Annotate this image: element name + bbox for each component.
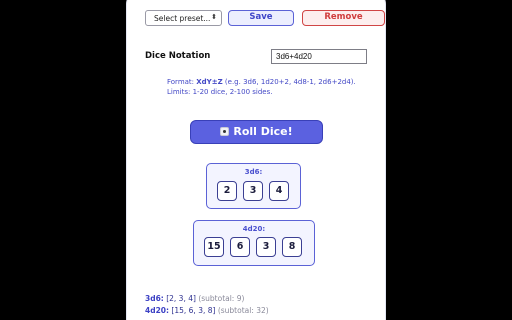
result-name: 4d20: xyxy=(145,306,170,315)
format-hint: Format: XdY±Z (e.g. 3d6, 1d20+2, 4d8-1, … xyxy=(167,77,377,97)
die-icon xyxy=(220,127,230,136)
dice-group-3d6: 3d6: 2 3 4 xyxy=(206,163,301,209)
save-button[interactable]: Save xyxy=(228,10,294,26)
result-subtotal: (subtotal: 9) xyxy=(198,294,245,303)
dice-notation-input[interactable] xyxy=(271,49,367,64)
format-prefix: Format: xyxy=(167,78,197,86)
chevron-down-icon: ⬍ xyxy=(211,13,217,21)
format-line: Format: XdY±Z (e.g. 3d6, 1d20+2, 4d8-1, … xyxy=(167,77,377,87)
result-values: [2, 3, 4] xyxy=(166,294,196,303)
die-result: 6 xyxy=(230,237,250,257)
format-code: XdY±Z xyxy=(196,78,223,86)
dice-group-4d20: 4d20: 15 6 3 8 xyxy=(193,220,315,266)
result-subtotal: (subtotal: 32) xyxy=(217,306,269,315)
preset-toolbar: Select preset... ⬍ Save Remove xyxy=(145,10,385,26)
limits-line: Limits: 1-20 dice, 2-100 sides. xyxy=(167,88,273,96)
die-result: 8 xyxy=(282,237,302,257)
preset-select[interactable]: Select preset... ⬍ xyxy=(145,10,222,26)
format-examples: (e.g. 3d6, 1d20+2, 4d8-1, 2d6+2d4). xyxy=(222,78,356,86)
die-result: 4 xyxy=(269,181,289,201)
roll-dice-label: Roll Dice! xyxy=(233,125,293,138)
die-result: 3 xyxy=(243,181,263,201)
remove-button[interactable]: Remove xyxy=(302,10,385,26)
die-result: 2 xyxy=(217,181,237,201)
die-result: 3 xyxy=(256,237,276,257)
dice-group-label: 3d6: xyxy=(244,168,263,176)
result-summary-line: 3d6: [2, 3, 4] (subtotal: 9) xyxy=(145,294,244,303)
dice-group-label: 4d20: xyxy=(242,225,266,233)
result-name: 3d6: xyxy=(145,294,164,303)
dice-notation-label: Dice Notation xyxy=(145,51,211,61)
die-result: 15 xyxy=(204,237,224,257)
roll-dice-button[interactable]: Roll Dice! xyxy=(190,120,323,144)
result-values: [15, 6, 3, 8] xyxy=(171,306,216,315)
preset-select-value: Select preset... xyxy=(154,14,211,23)
dice-roller-panel: Select preset... ⬍ Save Remove Dice Nota… xyxy=(126,0,386,320)
result-summary-line: 4d20: [15, 6, 3, 8] (subtotal: 32) xyxy=(145,306,269,315)
